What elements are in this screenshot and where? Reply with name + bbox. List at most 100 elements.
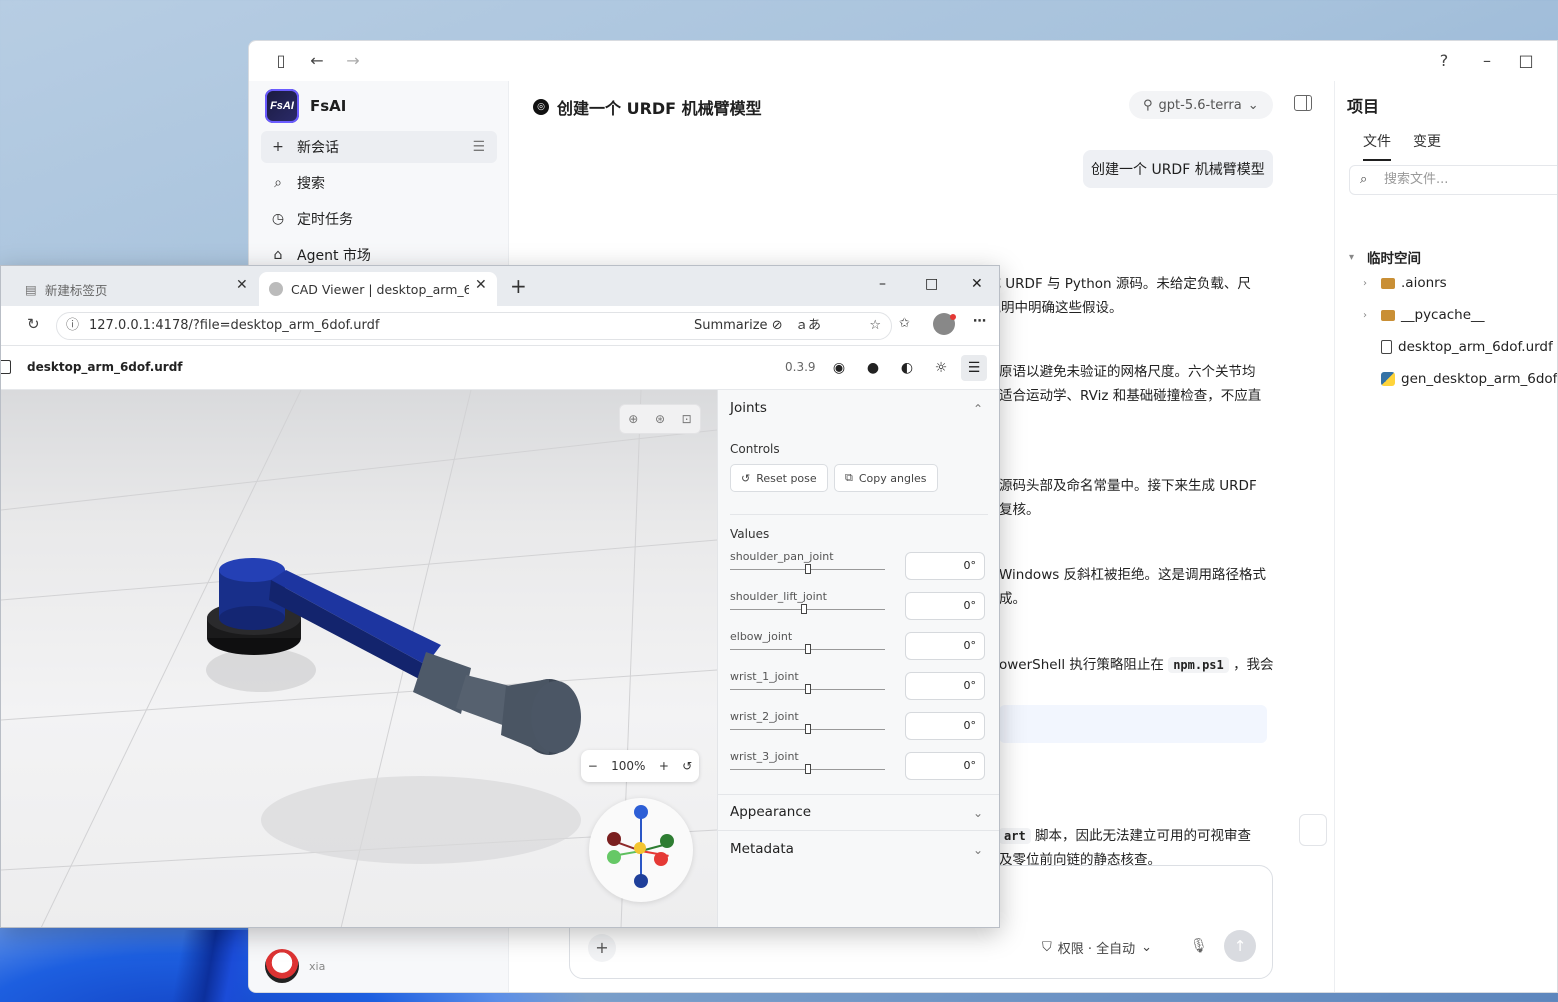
orbit-icon[interactable]: ⊛ (655, 412, 665, 426)
tool-call-block[interactable] (999, 705, 1267, 743)
gizmo-z-positive[interactable] (660, 834, 674, 848)
orientation-gizmo[interactable] (589, 798, 693, 902)
right-panel-toggle-icon[interactable] (1294, 95, 1312, 111)
joint-label: wrist_1_joint (730, 670, 799, 683)
joint-slider-thumb[interactable] (801, 604, 807, 614)
joint-slider-thumb[interactable] (805, 724, 811, 734)
github-icon[interactable]: ● (863, 358, 883, 378)
summarize-button[interactable]: Summarize ⊘ ａあ (694, 313, 821, 339)
zoom-out-button[interactable]: − (588, 759, 598, 773)
sidebar-toggle-icon[interactable]: ▯ (271, 51, 291, 71)
joint-label: elbow_joint (730, 630, 793, 643)
scroll-outline-button[interactable] (1299, 814, 1327, 846)
tree-label: 临时空间 (1367, 251, 1421, 267)
settings-sliders-icon[interactable]: ☰ (961, 355, 987, 381)
tree-workspace[interactable]: ▾ 临时空间 (1349, 245, 1421, 269)
more-menu-icon[interactable]: ⋯ (973, 314, 986, 329)
appearance-header[interactable]: Appearance (730, 804, 811, 820)
joint-value-input[interactable]: 0° (905, 752, 985, 780)
chevron-up-icon[interactable]: ⌃ (973, 402, 983, 416)
joint-slider-thumb[interactable] (805, 764, 811, 774)
tree-item[interactable]: desktop_arm_6dof.urdf (1381, 335, 1553, 359)
chevron-down-icon[interactable]: ⌄ (973, 843, 983, 857)
gizmo-z-negative[interactable] (607, 850, 621, 864)
maximize-icon[interactable]: □ (1516, 51, 1536, 71)
star-icon[interactable]: ☆ (869, 313, 881, 339)
tab-changes[interactable]: 变更 (1413, 131, 1441, 161)
tree-item[interactable]: › __pycache__ (1363, 303, 1485, 327)
tab-files[interactable]: 文件 (1363, 131, 1391, 161)
gizmo-x-positive[interactable] (654, 852, 668, 866)
button-label: Copy angles (858, 471, 927, 485)
attach-plus-button[interactable]: + (588, 934, 616, 962)
joints-panel: Joints ⌃ Controls ↺ Reset pose ⧉ Copy an… (717, 390, 999, 927)
project-tabs: 文件 变更 (1363, 131, 1441, 161)
nav-new-chat[interactable]: + 新会话 ☰ (261, 131, 497, 163)
new-tab-plus-icon[interactable]: + (510, 274, 527, 298)
microphone-icon[interactable]: 🎙 (1190, 938, 1208, 954)
nav-label: 定时任务 (297, 212, 353, 228)
nav-label: Agent 市场 (297, 248, 371, 264)
gizmo-y-negative[interactable] (634, 874, 648, 888)
back-arrow-icon[interactable]: ← (307, 51, 327, 71)
nav-scheduled-tasks[interactable]: ◷ 定时任务 (261, 203, 497, 235)
joint-value-input[interactable]: 0° (905, 552, 985, 580)
search-icon: ⌕ (1360, 172, 1368, 187)
joint-value-input[interactable]: 0° (905, 632, 985, 660)
joint-slider-thumb[interactable] (805, 644, 811, 654)
reset-pose-button[interactable]: ↺ Reset pose (730, 464, 828, 492)
tree-item[interactable]: gen_desktop_arm_6dof.py (1381, 367, 1557, 391)
copy-angles-button[interactable]: ⧉ Copy angles (834, 464, 938, 492)
close-tab-icon[interactable]: ✕ (236, 277, 248, 293)
tab-new-tab[interactable]: ▤ 新建标签页 (15, 272, 255, 306)
favorites-icon[interactable]: ✩ (899, 316, 910, 331)
nav-search[interactable]: ⌕ 搜索 (261, 167, 497, 199)
help-icon[interactable]: ? (1434, 51, 1454, 71)
joint-value-input[interactable]: 0° (905, 712, 985, 740)
joint-label: wrist_3_joint (730, 750, 799, 763)
joint-value-input[interactable]: 0° (905, 592, 985, 620)
close-window-icon[interactable]: ✕ (971, 276, 983, 292)
joint-value-input[interactable]: 0° (905, 672, 985, 700)
sun-icon[interactable]: ☼ (931, 358, 951, 378)
reload-icon[interactable]: ↻ (27, 315, 40, 333)
text-line: 原语以避免未验证的网格尺度。六个关节均 (999, 364, 1256, 380)
tree-label: gen_desktop_arm_6dof.py (1401, 371, 1557, 387)
close-tab-icon[interactable]: ✕ (475, 277, 487, 293)
chevron-down-icon: ⌄ (1141, 940, 1153, 955)
chevron-down-icon[interactable]: ⌄ (973, 806, 983, 820)
metadata-header[interactable]: Metadata (730, 841, 794, 857)
forward-arrow-icon[interactable]: → (343, 51, 363, 71)
gizmo-y-positive[interactable] (634, 805, 648, 819)
crosshair-icon[interactable]: ⊕ (628, 412, 638, 426)
joints-header[interactable]: Joints (730, 400, 767, 416)
zoom-in-button[interactable]: + (659, 759, 669, 773)
joint-slider-track[interactable] (730, 609, 885, 610)
permission-selector[interactable]: ⛉ 权限 · 全自动 ⌄ (1042, 938, 1152, 957)
3d-viewport[interactable]: ⊕ ⊛ ⊡ − 100% + ↺ (1, 390, 717, 927)
discord-icon[interactable]: ◉ (829, 358, 849, 378)
minimize-icon[interactable]: – (1477, 51, 1497, 71)
fit-view-icon[interactable]: ⊡ (682, 412, 692, 426)
gizmo-x-negative[interactable] (607, 832, 621, 846)
model-selector[interactable]: ⚲ gpt-5.6-terra ⌄ (1129, 91, 1273, 119)
joint-row-wrist-2: wrist_2_joint 0° (730, 710, 988, 746)
maximize-icon[interactable]: □ (925, 276, 938, 292)
joint-slider-thumb[interactable] (805, 564, 811, 574)
url-input[interactable]: ⓘ 127.0.0.1:4178/?file=desktop_arm_6dof.… (56, 312, 892, 340)
user-profile[interactable]: xia (265, 949, 325, 983)
browser-tab-strip: ▤ 新建标签页 ✕ CAD Viewer | desktop_arm_6dof.… (1, 266, 999, 306)
tab-cad-viewer[interactable]: CAD Viewer | desktop_arm_6dof.u (259, 272, 497, 306)
text-line: 成。 (999, 591, 1026, 607)
theme-contrast-icon[interactable]: ◐ (897, 358, 917, 378)
file-search-input[interactable]: ⌕ 搜索文件... (1349, 165, 1557, 195)
send-button[interactable]: ↑ (1224, 930, 1256, 962)
joint-slider-thumb[interactable] (805, 684, 811, 694)
divider (730, 514, 988, 515)
reset-view-icon[interactable]: ↺ (682, 759, 692, 773)
list-icon[interactable]: ☰ (472, 139, 485, 155)
button-label: Reset pose (756, 471, 817, 485)
tree-item[interactable]: › .aionrs (1363, 271, 1447, 295)
minimize-icon[interactable]: – (879, 276, 886, 292)
sidebar-panel-icon[interactable] (1, 360, 11, 374)
